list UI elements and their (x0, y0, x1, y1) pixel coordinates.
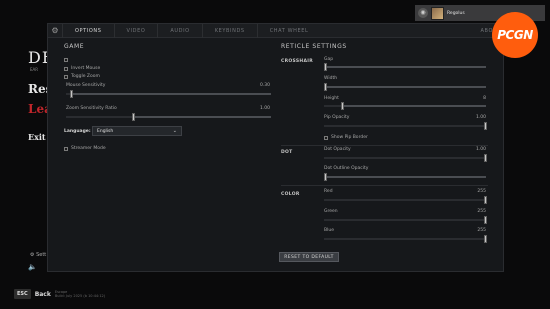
esc-key-hint[interactable]: ESC (14, 289, 31, 299)
build-info-line2: Build: July 2025 (b 10:44:12) (54, 294, 106, 298)
build-info: Escape Build: July 2025 (b 10:44:12) (55, 290, 105, 298)
settings-label: Sett (36, 252, 47, 258)
slider-handle[interactable] (70, 90, 73, 98)
game-section-title: GAME (64, 43, 85, 50)
back-label[interactable]: Back (35, 291, 51, 298)
unlabeled-checkbox[interactable] (64, 58, 68, 62)
game-subtitle: EAR (30, 67, 39, 72)
toggle-zoom-row[interactable]: Toggle Zoom (64, 74, 100, 79)
reticle-section-title: RETICLE SETTINGS (281, 43, 347, 50)
gap-slider[interactable] (324, 63, 486, 71)
zoom-sensitivity-slider[interactable] (66, 113, 271, 121)
show-pip-border-label: Show Pip Border (331, 135, 368, 140)
height-label: Height (324, 96, 339, 101)
width-slider[interactable] (324, 83, 486, 91)
dot-opacity-slider[interactable] (324, 154, 487, 162)
avatar (431, 6, 444, 20)
divider (281, 185, 488, 186)
toggle-zoom-label: Toggle Zoom (71, 74, 100, 79)
slider-fill (324, 157, 486, 159)
streamer-mode-label: Streamer Mode (71, 146, 106, 151)
dot-outline-opacity-label: Dot Outline Opacity (324, 166, 369, 171)
mouse-sensitivity-value: 0.30 (259, 83, 270, 88)
slider-handle[interactable] (484, 235, 487, 243)
tab-audio[interactable]: AUDIO (157, 23, 201, 38)
slider-handle[interactable] (484, 216, 487, 224)
pcgn-logo-badge: PCGN (492, 12, 538, 58)
dot-opacity-value: 1.00 (475, 147, 486, 152)
height-value: 8 (483, 96, 486, 101)
divider (281, 145, 488, 146)
language-label: Language: (64, 129, 91, 134)
zoom-sensitivity-value: 1.00 (259, 106, 270, 111)
footer-bar: ESC Back Escape Build: July 2025 (b 10:4… (14, 289, 105, 299)
red-value: 255 (477, 189, 486, 194)
blue-value: 255 (477, 228, 486, 233)
pip-opacity-slider[interactable] (324, 122, 487, 130)
slider-handle[interactable] (484, 196, 487, 204)
speaker-icon[interactable]: 🔈 (28, 263, 37, 271)
slider-handle[interactable] (324, 173, 327, 181)
dot-outline-opacity-slider[interactable] (324, 173, 486, 181)
dot-group-label: DOT (281, 150, 293, 155)
unlabeled-checkbox-row[interactable] (64, 58, 71, 62)
tab-video[interactable]: VIDEO (113, 23, 158, 38)
settings-menu-item[interactable]: ⚙ Sett (30, 252, 46, 258)
slider-handle[interactable] (484, 122, 487, 130)
slider-handle[interactable] (132, 113, 135, 121)
green-label: Green (324, 209, 338, 214)
mouse-sensitivity-slider[interactable] (66, 90, 271, 98)
width-label: Width (324, 76, 338, 81)
invert-mouse-checkbox[interactable] (64, 66, 68, 71)
red-label: Red (324, 189, 333, 194)
slider-fill (324, 238, 486, 240)
invert-mouse-row[interactable]: Invert Mouse (64, 66, 100, 71)
pip-opacity-label: Pip Opacity (324, 115, 350, 120)
slider-handle[interactable] (484, 154, 487, 162)
player-name: Regolus (447, 10, 465, 16)
slider-handle[interactable] (324, 83, 327, 91)
zoom-sensitivity-label: Zoom Sensitivity Ratio (66, 106, 117, 111)
green-value: 255 (477, 209, 486, 214)
red-slider[interactable] (324, 196, 487, 204)
pip-opacity-value: 1.00 (475, 115, 486, 120)
mouse-sensitivity-label: Mouse Sensitivity (66, 83, 106, 88)
settings-tab-bar: ⚙ OPTIONS VIDEO AUDIO KEYBINDS CHAT WHEE… (48, 23, 505, 38)
language-select[interactable]: English ⌄ (92, 126, 182, 136)
slider-fill (324, 125, 486, 127)
reset-to-default-button[interactable]: RESET TO DEFAULT (279, 252, 339, 262)
tab-chat-wheel[interactable]: CHAT WHEEL (256, 23, 321, 38)
slider-handle[interactable] (324, 63, 327, 71)
slider-fill (66, 116, 134, 118)
streamer-mode-checkbox[interactable] (64, 146, 68, 151)
blue-label: Blue (324, 228, 334, 233)
height-slider[interactable] (324, 102, 486, 110)
show-pip-border-row[interactable]: Show Pip Border (324, 135, 368, 140)
toggle-zoom-checkbox[interactable] (64, 74, 68, 79)
tab-options[interactable]: OPTIONS (62, 23, 114, 38)
invert-mouse-label: Invert Mouse (71, 66, 101, 71)
chat-icon[interactable]: ◉ (418, 8, 428, 18)
slider-fill (324, 199, 486, 201)
gap-label: Gap (324, 57, 334, 62)
chevron-down-icon: ⌄ (172, 128, 177, 134)
color-group-label: COLOR (281, 192, 300, 197)
tab-keybinds[interactable]: KEYBINDS (201, 23, 257, 38)
slider-handle[interactable] (341, 102, 344, 110)
settings-panel: ⚙ OPTIONS VIDEO AUDIO KEYBINDS CHAT WHEE… (47, 23, 505, 272)
language-select-value: English (97, 128, 114, 134)
streamer-mode-row[interactable]: Streamer Mode (64, 146, 106, 151)
gear-icon[interactable]: ⚙ (48, 24, 62, 38)
dot-opacity-label: Dot Opacity (324, 147, 351, 152)
green-slider[interactable] (324, 216, 487, 224)
show-pip-border-checkbox[interactable] (324, 135, 328, 140)
blue-slider[interactable] (324, 235, 487, 243)
slider-fill (324, 219, 486, 221)
crosshair-group-label: CROSSHAIR (281, 59, 313, 64)
